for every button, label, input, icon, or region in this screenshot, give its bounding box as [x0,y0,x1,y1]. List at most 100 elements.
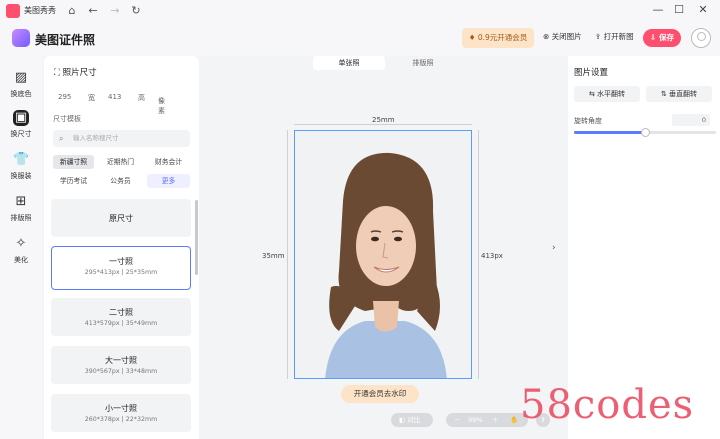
height-guide-right [478,130,479,379]
avatar[interactable] [691,28,711,48]
tag-hot[interactable]: 近期热门 [100,155,141,169]
card-name: 大一寸照 [105,356,137,365]
compare-icon: ◧ [399,416,408,424]
height-mm-label: 35mm [262,252,285,260]
nav-label: 换服装 [10,172,32,180]
tag-more[interactable]: 更多 [147,174,190,188]
tag-xinjiang[interactable]: 新疆寸照 [53,155,94,169]
remove-watermark-button[interactable]: 开通会员去水印 [341,385,419,403]
card-name: 原尺寸 [109,214,133,223]
crop-icon: ⛶ [54,68,63,78]
size-inputs: 295 宽 413 高 像素 ⌄ [52,90,192,115]
nav-item-size[interactable]: ▣ 换尺寸 [0,110,42,139]
tag-civil-servant[interactable]: 公务员 [100,174,141,188]
card-name: 二寸照 [109,308,133,317]
height-input[interactable]: 413 [108,93,121,101]
section-label: 尺寸模板 [53,115,81,123]
card-spec: 260*378px | 22*32mm [84,416,158,423]
size-card-1inch[interactable]: 一寸照 295*413px | 25*35mm [51,246,191,290]
tag-education[interactable]: 学历考试 [53,174,94,188]
rotation-slider[interactable] [574,128,716,137]
save-button[interactable]: ⇩ 保存 [643,29,681,47]
flip-vertical-icon: ⇅ [660,90,670,98]
vip-button[interactable]: ♦ 0.9元开通会员 [462,28,534,48]
card-spec: 390*567px | 33*48mm [84,368,158,375]
refresh-icon[interactable]: ↻ [129,4,143,18]
close-circle-icon: ⊗ [543,32,552,41]
brand-logo-icon [12,29,30,47]
search-input[interactable]: ⌕ 输入名称搜尺寸 [53,130,190,147]
search-placeholder: 输入名称搜尺寸 [73,134,119,142]
nav-label: 排版照 [10,214,32,222]
width-mm-label: 25mm [372,116,395,124]
nav-label: 换尺寸 [10,130,32,138]
close-window-icon[interactable]: ✕ [694,2,712,18]
shirt-icon: 👕 [13,152,30,167]
title-bar: 美图秀秀 ⌂ ← → ↻ — ☐ ✕ [0,0,720,22]
collapse-right-icon[interactable]: › [552,243,556,253]
hand-tool-icon[interactable]: ✋ [510,413,518,427]
zoom-in-icon[interactable]: ＋ [492,413,499,427]
flip-h-label: 水平翻转 [597,90,626,98]
card-spec: 413*579px | 35*49mm [84,320,158,327]
site-watermark: 58codes [520,382,695,428]
id-photo[interactable] [294,130,472,379]
save-icon: ⇩ [650,33,659,42]
view-tabs: 单张照 排版照 [313,56,459,70]
back-icon[interactable]: ← [86,4,100,18]
compare-button[interactable]: ◧ 对比 [391,413,433,427]
compare-label: 对比 [407,416,421,424]
search-icon: ⌕ [59,134,64,143]
flip-horizontal-button[interactable]: ⇆ 水平翻转 [574,86,640,102]
size-card-2inch[interactable]: 二寸照 413*579px | 35*49mm [51,298,191,336]
app-header: 美图证件照 ♦ 0.9元开通会员 ⊗ 关闭图片 ⇪ 打开新图 ⇩ 保存 [0,22,720,56]
rotation-label: 旋转角度 [574,117,602,125]
maximize-icon[interactable]: ☐ [670,2,688,18]
nav-label: 换底色 [10,90,32,98]
card-name: 小一寸照 [105,404,137,413]
minimize-icon[interactable]: — [649,2,667,18]
vip-label: 0.9元开通会员 [477,33,528,42]
height-guide-left [287,130,288,379]
flip-vertical-button[interactable]: ⇅ 垂直翻转 [646,86,712,102]
size-card-large-1inch[interactable]: 大一寸照 390*567px | 33*48mm [51,346,191,384]
nav-item-clothes[interactable]: 👕 换服装 [0,152,42,181]
magic-wand-icon: ✧ [15,236,27,251]
panel-title: ⛶ 照片尺寸 [54,66,97,78]
forward-icon[interactable]: → [108,4,122,18]
height-unit: 高 [138,94,145,102]
save-label: 保存 [658,33,674,42]
open-new-button[interactable]: ⇪ 打开新图 [595,31,634,42]
card-name: 一寸照 [109,257,133,266]
nav-item-layout[interactable]: ⊞ 排版照 [0,194,42,223]
grid-icon: ⊞ [15,194,27,209]
tab-layout[interactable]: 排版照 [387,56,459,70]
nav-item-background[interactable]: ▨ 换底色 [0,70,42,99]
rotation-value-input[interactable]: 0 [672,114,710,126]
upload-icon: ⇪ [595,32,604,41]
app-logo-icon [6,4,20,18]
rotation-slider-thumb[interactable] [641,128,650,137]
size-card-original[interactable]: 原尺寸 [51,199,191,237]
size-card-small-1inch[interactable]: 小一寸照 260*378px | 22*32mm [51,394,191,432]
card-spec: 295*413px | 25*35mm [84,269,158,276]
background-swap-icon: ▨ [14,70,28,85]
nav-item-beautify[interactable]: ✧ 美化 [0,236,42,265]
flip-v-label: 垂直翻转 [669,90,698,98]
panel-title-text: 照片尺寸 [62,68,97,78]
zoom-value: 99% [468,416,483,424]
resize-icon: ▣ [13,110,29,126]
home-icon[interactable]: ⌂ [65,4,79,18]
size-panel: ⛶ 照片尺寸 295 宽 413 高 像素 ⌄ 尺寸模板 ⌕ 输入名称搜尺寸 新… [44,56,199,439]
width-input[interactable]: 295 [58,93,71,101]
left-nav: ▨ 换底色 ▣ 换尺寸 👕 换服装 ⊞ 排版照 ✧ 美化 [0,56,42,439]
close-image-button[interactable]: ⊗ 关闭图片 [543,31,582,42]
tab-single[interactable]: 单张照 [313,56,385,70]
panel-scrollbar[interactable] [195,200,198,275]
tag-finance[interactable]: 财务会计 [147,155,190,169]
zoom-control: － 99% ＋ ✋ [446,413,528,427]
height-px-label: 413px [481,252,503,260]
brand-title: 美图证件照 [35,33,96,47]
chevron-down-icon: ⌄ [158,96,164,104]
zoom-out-icon[interactable]: － [454,413,461,427]
